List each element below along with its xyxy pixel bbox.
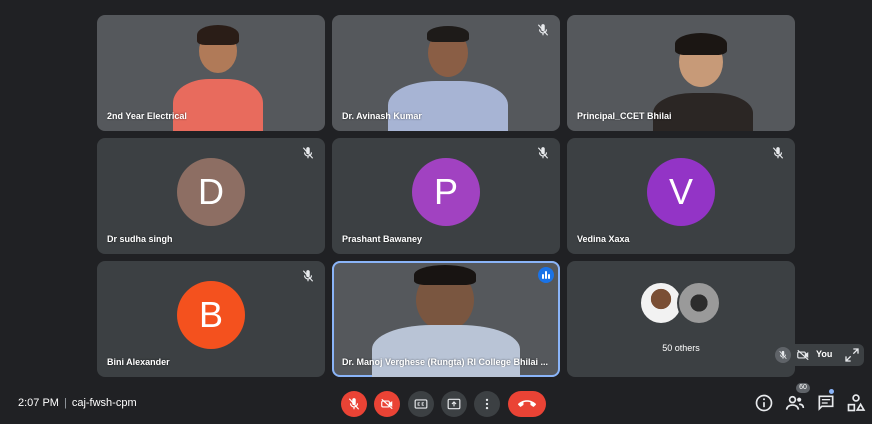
meeting-info-separator: | — [63, 397, 67, 409]
participant-tile[interactable]: P Prashant Bawaney — [332, 138, 560, 254]
participant-thumbnail — [677, 281, 721, 325]
people-icon[interactable] — [785, 393, 805, 413]
activities-icon[interactable] — [846, 393, 866, 413]
mic-off-icon — [537, 24, 549, 36]
participant-avatar: V — [647, 158, 715, 226]
captions-button[interactable] — [408, 391, 434, 417]
mic-off-icon — [302, 270, 314, 282]
participant-tile-active-speaker[interactable]: Dr. Manoj Verghese (Rungta) RI College B… — [332, 261, 560, 377]
others-avatars — [639, 281, 729, 329]
participant-name: Principal_CCET Bhilai — [577, 111, 672, 121]
present-button[interactable] — [441, 391, 467, 417]
mic-toggle-button[interactable] — [341, 391, 367, 417]
participant-tile[interactable]: Dr. Avinash Kumar — [332, 15, 560, 131]
participant-hair — [197, 25, 239, 45]
self-mic-off-icon — [775, 347, 791, 363]
participant-clothing — [388, 81, 508, 131]
meeting-info: 2:07 PM | caj-fwsh-cpm — [18, 397, 137, 409]
chat-notification-dot — [829, 389, 834, 394]
participant-name: Bini Alexander — [107, 357, 170, 367]
camera-toggle-button[interactable] — [374, 391, 400, 417]
meeting-time: 2:07 PM — [18, 397, 59, 409]
participant-tile[interactable]: Principal_CCET Bhilai — [567, 15, 795, 131]
bottom-toolbar: 2:07 PM | caj-fwsh-cpm — [0, 386, 872, 424]
hang-up-icon — [518, 400, 536, 407]
chat-icon[interactable] — [816, 393, 836, 413]
participant-name: Vedina Xaxa — [577, 234, 630, 244]
mic-off-icon — [537, 147, 549, 159]
participant-hair — [675, 33, 727, 55]
participant-clothing — [372, 325, 520, 377]
end-call-button[interactable] — [508, 391, 546, 417]
self-view-label: You — [816, 349, 833, 359]
mic-off-icon — [348, 398, 360, 410]
participant-name: Dr sudha singh — [107, 234, 173, 244]
participant-clothing — [173, 79, 263, 131]
meeting-code: caj-fwsh-cpm — [71, 397, 137, 409]
participant-hair — [427, 26, 469, 42]
participant-name: 2nd Year Electrical — [107, 111, 187, 121]
participant-avatar: P — [412, 158, 480, 226]
participant-tile[interactable]: V Vedina Xaxa — [567, 138, 795, 254]
participant-name: Prashant Bawaney — [342, 234, 423, 244]
more-vertical-icon — [485, 398, 489, 410]
participant-tile[interactable]: D Dr sudha singh — [97, 138, 325, 254]
participant-hair — [414, 265, 476, 285]
participant-tile[interactable]: 2nd Year Electrical — [97, 15, 325, 131]
participant-name: Dr. Manoj Verghese (Rungta) RI College B… — [342, 357, 549, 367]
participant-grid: 2nd Year Electrical Dr. Avinash Kumar Pr… — [97, 15, 795, 377]
speaking-indicator-icon — [538, 267, 554, 283]
captions-icon — [414, 399, 428, 409]
mic-off-icon — [772, 147, 784, 159]
camera-off-icon — [381, 398, 393, 410]
others-count-label: 50 others — [662, 343, 700, 353]
participant-name: Dr. Avinash Kumar — [342, 111, 422, 121]
mic-off-icon — [302, 147, 314, 159]
info-icon[interactable] — [754, 393, 774, 413]
self-camera-off-icon — [797, 349, 809, 361]
others-tile[interactable]: 50 others — [567, 261, 795, 377]
participant-avatar: D — [177, 158, 245, 226]
more-options-button[interactable] — [474, 391, 500, 417]
present-screen-icon — [447, 398, 461, 410]
participant-avatar: B — [177, 281, 245, 349]
expand-icon[interactable] — [844, 347, 860, 363]
participant-tile[interactable]: B Bini Alexander — [97, 261, 325, 377]
participant-count-badge: 60 — [796, 383, 810, 393]
